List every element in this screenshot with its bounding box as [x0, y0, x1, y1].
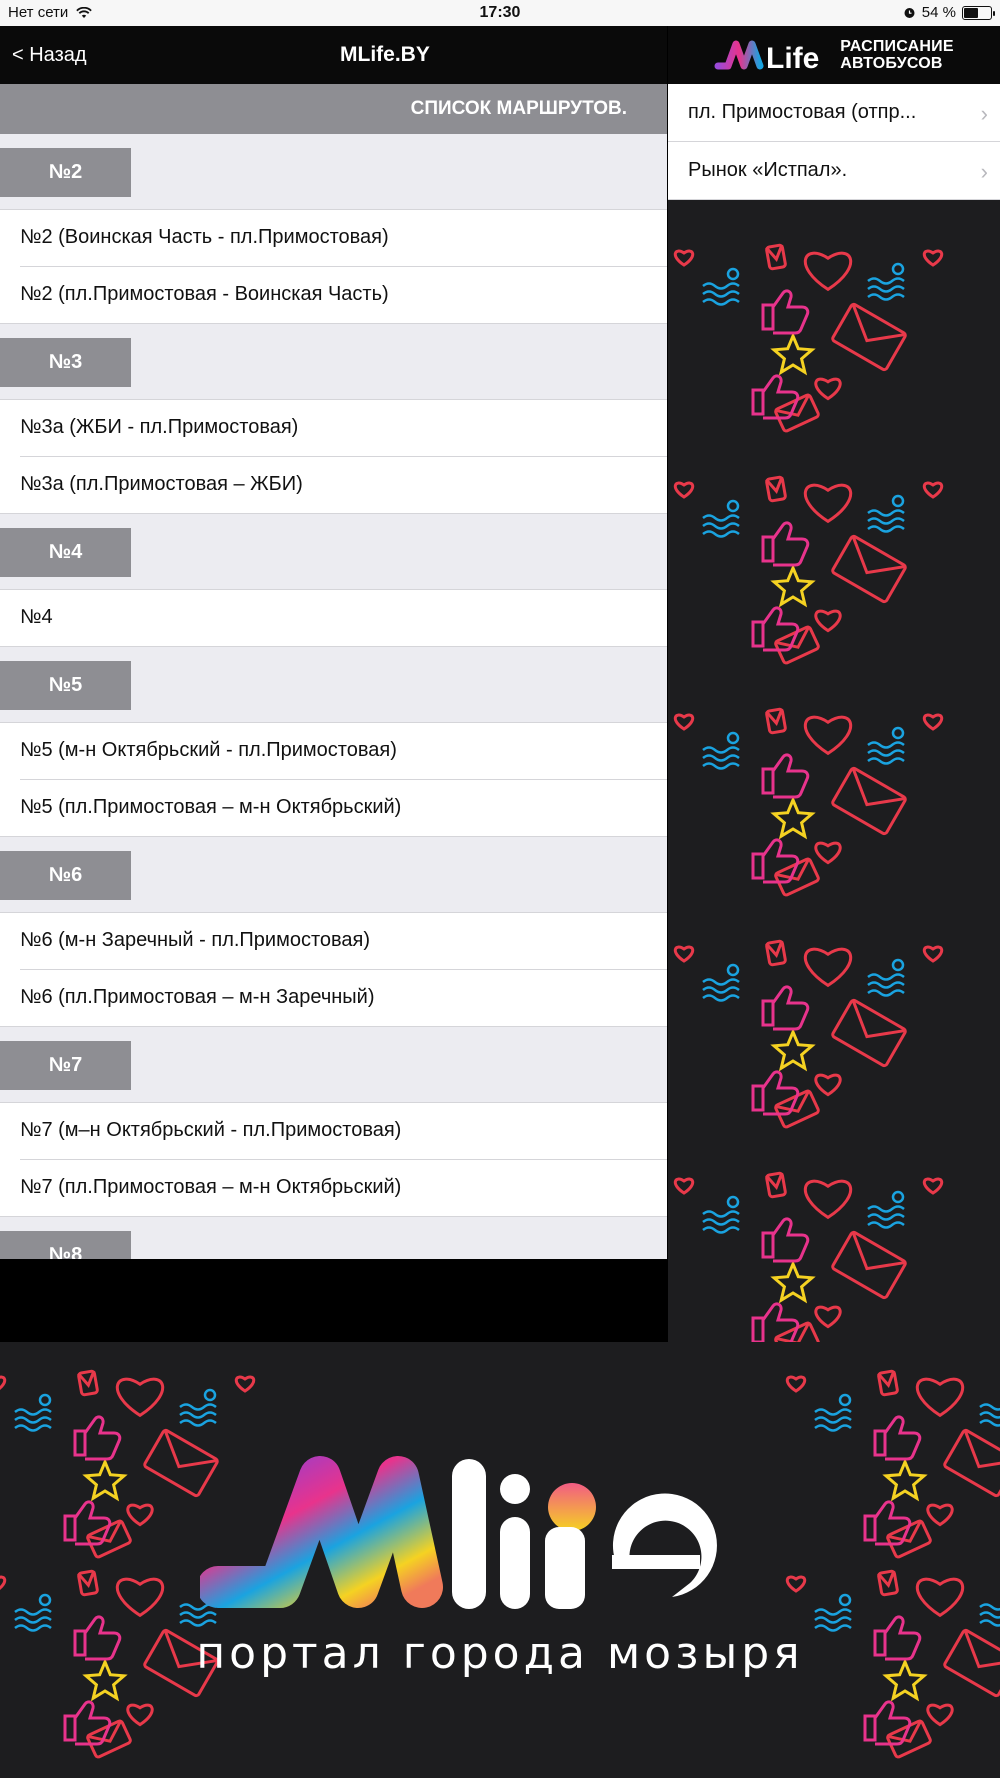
detail-panel: Life РАСПИСАНИЕ АВТОБУСОВ пл. Примостова…: [668, 26, 1000, 1342]
destination-item[interactable]: Рынок «Истпал». ›: [668, 142, 1000, 200]
logo-subtitle-line2: АВТОБУСОВ: [840, 55, 943, 72]
route-item[interactable]: №2 (пл.Примостовая - Воинская Часть): [0, 267, 667, 324]
route-item[interactable]: №3а (пл.Примостовая – ЖБИ): [0, 457, 667, 514]
nav-bar: < Назад MLife.BY: [0, 26, 667, 84]
battery-percent: 54 %: [921, 4, 956, 21]
battery-icon: [962, 5, 995, 20]
route-item[interactable]: №5 (пл.Примостовая – м-н Октябрьский): [0, 780, 667, 837]
status-bar: Нет сети 17:30 54 %: [0, 0, 1000, 26]
mlife-banner: портал города мозыря: [0, 1342, 1000, 1778]
route-group-badge: №5: [0, 661, 131, 710]
section-header: СПИСОК МАРШРУТОВ.: [0, 84, 667, 134]
route-group-header: №2: [0, 134, 667, 210]
route-group-badge: №4: [0, 528, 131, 577]
nav-title: MLife.BY: [340, 43, 430, 66]
route-list: №2 №2 (Воинская Часть - пл.Примостовая) №2…: [0, 134, 667, 1286]
route-item[interactable]: №6 (м-н Заречный - пл.Примостовая): [0, 913, 667, 970]
svg-text:Life: Life: [766, 42, 819, 75]
route-item[interactable]: №2 (Воинская Часть - пл.Примостовая): [0, 210, 667, 267]
route-group-badge: №3: [0, 338, 131, 387]
alarm-icon: [904, 8, 915, 18]
route-item[interactable]: №7 (пл.Примостовая – м-н Октябрьский): [0, 1160, 667, 1217]
mlife-logo-large: [200, 1456, 717, 1609]
route-item[interactable]: №4: [0, 590, 667, 647]
logo-header: Life РАСПИСАНИЕ АВТОБУСОВ: [668, 26, 1000, 84]
chevron-right-icon: ›: [980, 159, 988, 184]
left-panel-footer: [0, 1259, 667, 1287]
route-group-header: №5: [0, 647, 667, 723]
route-item[interactable]: №6 (пл.Примостовая – м-н Заречный): [0, 970, 667, 1027]
route-group-header: №7: [0, 1027, 667, 1103]
route-item[interactable]: №5 (м-н Октябрьский - пл.Примостовая): [0, 723, 667, 780]
routes-panel: < Назад MLife.BY СПИСОК МАРШРУТОВ. №2 №2 …: [0, 26, 667, 1286]
background-pattern: [673, 243, 944, 1342]
route-group-header: №4: [0, 514, 667, 590]
mlife-logo: Life РАСПИСАНИЕ АВТОБУСОВ: [714, 32, 954, 78]
status-right: 54 %: [903, 4, 995, 21]
route-group-header: №6: [0, 837, 667, 913]
route-group-header: №3: [0, 324, 667, 400]
logo-subtitle: РАСПИСАНИЕ АВТОБУСОВ: [840, 38, 953, 72]
route-item[interactable]: №3а (ЖБИ - пл.Примостовая): [0, 400, 667, 457]
route-group-badge: №2: [0, 148, 131, 197]
chevron-right-icon: ›: [980, 101, 988, 126]
destination-label: Рынок «Истпал».: [688, 159, 848, 181]
route-item[interactable]: №7 (м–н Октябрьский - пл.Примостовая): [0, 1103, 667, 1160]
mlife-logo-mark: Life: [714, 40, 820, 75]
destination-item[interactable]: пл. Примостовая (отпр... ›: [668, 84, 1000, 142]
destination-label: пл. Примостовая (отпр...: [688, 101, 917, 123]
banner-tagline: портал города мозыря: [196, 1628, 804, 1679]
route-group-badge: №7: [0, 1041, 131, 1090]
logo-subtitle-line1: РАСПИСАНИЕ: [840, 38, 954, 55]
status-time: 17:30: [479, 4, 521, 21]
route-group-badge: №6: [0, 851, 131, 900]
